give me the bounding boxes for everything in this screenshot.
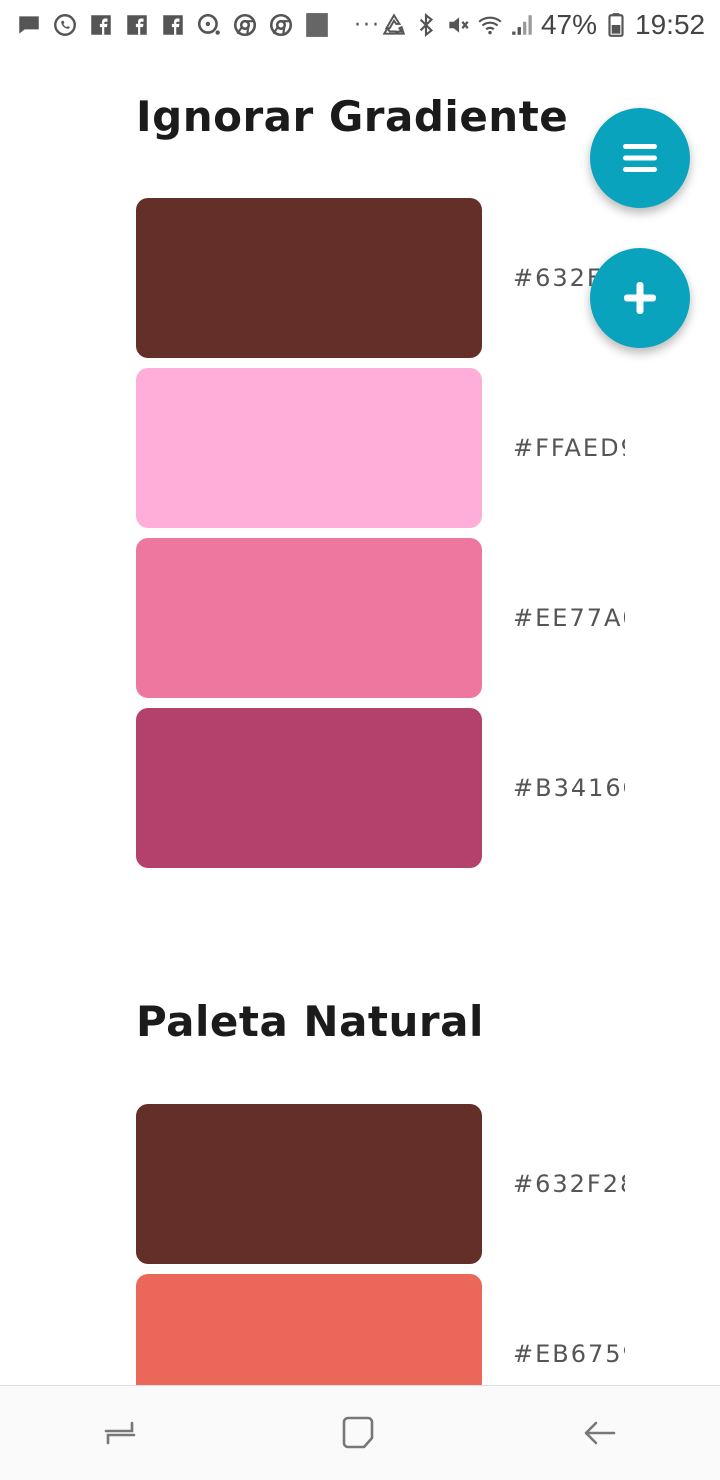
chrome-icon	[232, 12, 258, 38]
hex-label: #EE77A0	[513, 604, 625, 632]
battery-percent: 47%	[540, 9, 598, 40]
hex-label: #632F28	[513, 1170, 625, 1198]
palette-list[interactable]: Ignorar Gradiente #632F28 #FFAED9 #EE77A…	[0, 50, 720, 1385]
whatsapp-icon	[52, 12, 78, 38]
color-row[interactable]: #EE77A0	[136, 538, 696, 698]
chat-bubble-icon	[196, 12, 222, 38]
color-swatch[interactable]	[136, 1104, 482, 1264]
home-icon	[342, 1416, 374, 1449]
plus-icon	[624, 282, 656, 314]
recent-apps-button[interactable]	[90, 1403, 150, 1463]
square-app-icon	[304, 12, 330, 38]
clock: 19:52	[635, 9, 706, 40]
section-title: Ignorar Gradiente	[136, 92, 569, 141]
back-button[interactable]	[570, 1403, 630, 1463]
color-row[interactable]: #B3416C	[136, 708, 696, 868]
status-bar: ··· 47% 19:52	[0, 0, 720, 50]
signal-icon	[509, 12, 535, 38]
navigation-bar	[0, 1385, 720, 1480]
recent-apps-icon	[104, 1421, 136, 1445]
color-row[interactable]: #FFAED9	[136, 368, 696, 528]
menu-button[interactable]	[590, 108, 690, 208]
hex-label: #EB6759	[513, 1340, 625, 1368]
facebook-icon	[160, 12, 186, 38]
home-button[interactable]	[330, 1403, 390, 1463]
bluetooth-icon	[413, 12, 439, 38]
add-palette-button[interactable]	[590, 248, 690, 348]
message-icon	[16, 12, 42, 38]
wifi-icon	[477, 12, 503, 38]
more-notifications: ···	[354, 12, 381, 38]
color-swatch[interactable]	[136, 198, 482, 358]
facebook-icon	[124, 12, 150, 38]
section-title: Paleta Natural	[136, 997, 484, 1046]
hex-label: #B3416C	[513, 774, 625, 802]
system-icons: 47% 19:52	[381, 9, 705, 41]
chrome-icon	[268, 12, 294, 38]
color-swatch[interactable]	[136, 538, 482, 698]
facebook-icon	[88, 12, 114, 38]
color-swatch[interactable]	[136, 708, 482, 868]
recycle-icon	[381, 12, 407, 38]
color-row[interactable]: #EB6759	[136, 1274, 696, 1385]
hamburger-menu-icon	[623, 144, 657, 172]
color-swatch[interactable]	[136, 1274, 482, 1385]
back-icon	[584, 1421, 616, 1445]
color-swatch[interactable]	[136, 368, 482, 528]
mute-icon	[445, 12, 471, 38]
hex-label: #FFAED9	[513, 434, 625, 462]
color-row[interactable]: #632F28	[136, 1104, 696, 1264]
battery-icon	[603, 12, 629, 38]
notification-icons: ···	[16, 12, 381, 38]
